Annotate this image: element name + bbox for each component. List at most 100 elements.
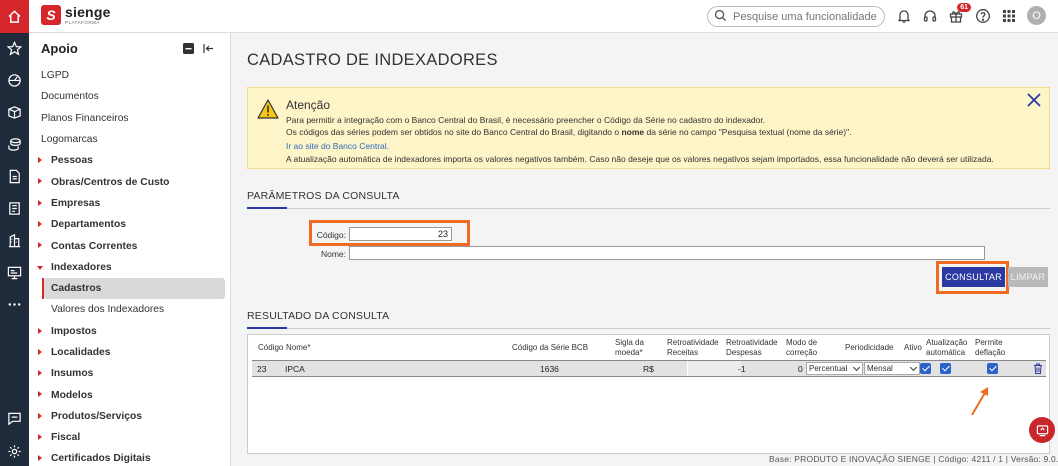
modo-select[interactable]: Percentual [806, 362, 863, 375]
deflacao-checkbox[interactable] [987, 363, 998, 374]
feedback-fab[interactable] [1029, 417, 1055, 443]
caret-right-icon [38, 178, 42, 185]
box-icon[interactable] [0, 97, 29, 127]
search-input[interactable] [733, 10, 878, 23]
sidebar-item-produtos-servicos[interactable]: Produtos/Serviços [29, 406, 231, 427]
bell-icon[interactable] [895, 7, 913, 25]
sidebar-item-insumos[interactable]: Insumos [29, 363, 231, 384]
ledger-icon[interactable] [0, 193, 29, 223]
row-sigla[interactable]: R$ [643, 364, 654, 374]
coins-icon[interactable] [0, 129, 29, 159]
search-box[interactable] [707, 6, 885, 27]
table-row[interactable]: 23 IPCA 1636 R$ -1 0 Percentual Mensal [252, 360, 1046, 377]
row-serie[interactable]: 1636 [540, 364, 559, 374]
sidebar-item-fiscal[interactable]: Fiscal [29, 427, 231, 448]
sidebar-item-label: Departamentos [51, 219, 126, 231]
banco-central-link[interactable]: Ir ao site do Banco Central. [286, 141, 389, 151]
atualizacao-checkbox[interactable] [940, 363, 951, 374]
collapse-all-icon[interactable] [183, 43, 194, 54]
monitor-icon[interactable] [0, 257, 29, 287]
chevron-down-icon [852, 363, 861, 372]
document-icon[interactable] [0, 161, 29, 191]
alert-line-2-end: da série no campo "Pesquisa textual (nom… [644, 127, 852, 137]
sidebar-title: Apoio [41, 41, 78, 56]
avatar[interactable]: O [1027, 6, 1046, 25]
gift-icon[interactable]: 61 [947, 3, 971, 25]
sienge-logo[interactable]: S sienge PLATAFORMA [41, 5, 111, 26]
sidebar-item-valores-dos-indexadores[interactable]: Valores dos Indexadores [29, 299, 231, 320]
col-retro-despesas: Retroatividade Despesas [726, 338, 778, 358]
chevron-down-icon [909, 363, 918, 372]
ativo-checkbox[interactable] [920, 363, 931, 374]
periodicidade-select[interactable]: Mensal [864, 362, 920, 375]
sidebar-item-planos-financeiros[interactable]: Planos Financeiros [29, 108, 231, 129]
headset-icon[interactable] [921, 7, 939, 25]
sidebar-item-empresas[interactable]: Empresas [29, 193, 231, 214]
sidebar-item-lgpd[interactable]: LGPD [29, 65, 231, 86]
caret-right-icon [38, 199, 42, 206]
close-icon[interactable] [1026, 92, 1042, 108]
sidebar-item-modelos[interactable]: Modelos [29, 384, 231, 405]
search-icon [714, 9, 727, 25]
row-nome[interactable]: IPCA [285, 364, 305, 374]
sidebar-item-pessoas[interactable]: Pessoas [29, 150, 231, 171]
logo-subtitle: PLATAFORMA [65, 20, 100, 25]
sidebar-item-documentos[interactable]: Documentos [29, 86, 231, 107]
sidebar-item-localidades[interactable]: Localidades [29, 342, 231, 363]
sidebar-item-label: Localidades [51, 347, 111, 358]
home-icon[interactable] [0, 0, 29, 33]
building-icon[interactable] [0, 225, 29, 255]
caret-right-icon [38, 327, 42, 334]
help-icon[interactable] [974, 7, 992, 25]
col-ativo: Ativo [904, 343, 922, 352]
modo-select-value: Percentual [809, 364, 848, 373]
alert-line-2-bold: nome [621, 127, 645, 137]
sidebar-item-obras-centros-de-custo[interactable]: Obras/Centros de Custo [29, 171, 231, 192]
row-modo-valor[interactable]: 0 [798, 364, 803, 374]
sidebar-item-contas-correntes[interactable]: Contas Correntes [29, 235, 231, 256]
more-icon[interactable] [0, 289, 29, 319]
caret-right-icon [38, 455, 42, 462]
sidebar-item-impostos[interactable]: Impostos [29, 321, 231, 342]
sidebar-item-label: Planos Financeiros [41, 112, 129, 124]
sidebar-item-label: Produtos/Serviços [51, 410, 142, 422]
trash-icon[interactable] [1033, 363, 1043, 374]
row-retro-receitas[interactable] [687, 361, 741, 376]
nome-label: Nome: [320, 249, 346, 259]
sidebar-item-departamentos[interactable]: Departamentos [29, 214, 231, 235]
annotation-arrow-icon [971, 387, 988, 416]
row-codigo[interactable]: 23 [257, 364, 266, 374]
chat-icon[interactable] [0, 403, 29, 433]
limpar-button[interactable]: LIMPAR [1008, 267, 1048, 287]
col-retro-despesas-line1: Retroatividade [726, 338, 778, 347]
gear-icon[interactable] [0, 436, 29, 466]
logo-name: sienge [65, 4, 111, 20]
sidebar-item-label: Insumos [51, 368, 94, 380]
caret-right-icon [38, 434, 42, 441]
codigo-input[interactable] [349, 227, 452, 241]
sidebar: Apoio LGPD Documentos Planos Financeiros Lo… [29, 33, 231, 466]
sidebar-item-logomarcas[interactable]: Logomarcas [29, 129, 231, 150]
apps-grid-icon[interactable] [1000, 7, 1018, 25]
sidebar-item-label: Logomarcas [41, 134, 98, 146]
sidebar-item-indexadores[interactable]: Indexadores [29, 257, 231, 278]
notifications-badge: 61 [957, 3, 971, 12]
row-retro-despesas[interactable]: -1 [738, 364, 746, 374]
dashboard-icon[interactable] [0, 64, 29, 94]
result-section-title: RESULTADO DA CONSULTA [247, 310, 390, 322]
hide-sidebar-icon[interactable] [203, 43, 214, 54]
alert-line-2-start: Os códigos das séries podem ser obtidos … [286, 127, 622, 137]
alert-line-1: Para permitir a integração com o Banco C… [286, 115, 766, 125]
star-icon[interactable] [0, 33, 29, 63]
alert-line-2: Os códigos das séries podem ser obtidos … [286, 127, 851, 137]
col-sigla: Sigla da moeda* [615, 338, 644, 358]
col-sigla-line2: moeda* [615, 348, 643, 357]
params-section-divider [247, 207, 1050, 209]
nome-input[interactable] [349, 246, 985, 260]
consultar-button[interactable]: CONSULTAR [942, 267, 1005, 287]
attention-alert: Atenção Para permitir a integração com o… [247, 87, 1050, 169]
sidebar-item-cadastros[interactable]: Cadastros [42, 277, 225, 300]
sidebar-item-certificados-digitais[interactable]: Certificados Digitais [29, 448, 231, 466]
caret-down-icon [37, 265, 43, 270]
caret-right-icon [38, 348, 42, 355]
